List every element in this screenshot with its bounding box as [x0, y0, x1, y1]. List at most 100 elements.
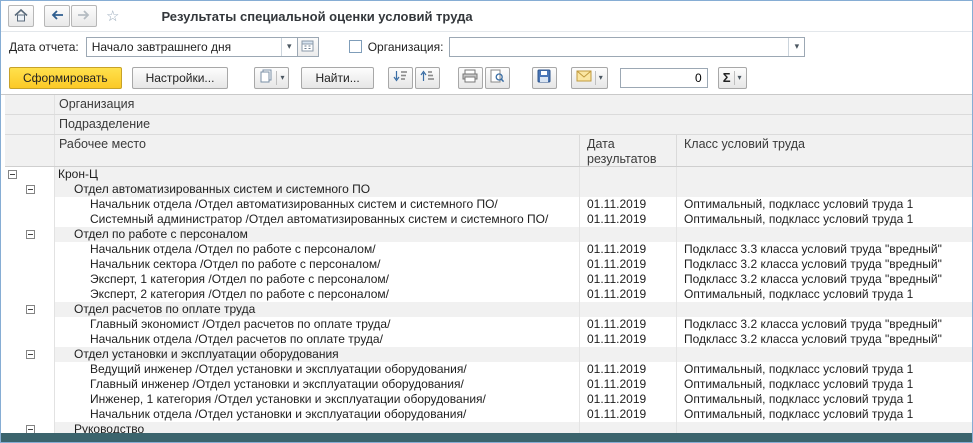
workplace-cell: Системный администратор /Отдел автоматиз…	[90, 212, 549, 226]
sort-ascending-icon	[420, 69, 435, 86]
group-row[interactable]: Отдел расчетов по оплате труда	[5, 302, 972, 317]
print-button[interactable]	[457, 66, 483, 89]
save-button[interactable]	[531, 66, 557, 89]
result-row[interactable]: Начальник отдела /Отдел автоматизированн…	[5, 197, 972, 212]
collapse-group-toggle[interactable]	[26, 350, 35, 359]
header-row-columns: Рабочее место Дата результатов Класс усл…	[5, 135, 972, 167]
back-button[interactable]	[44, 5, 70, 27]
preview-icon	[490, 69, 505, 86]
conditions-class-cell	[676, 227, 972, 242]
group-row[interactable]: Отдел по работе с персоналом	[5, 227, 972, 242]
result-row[interactable]: Главный инженер /Отдел установки и экспл…	[5, 377, 972, 392]
row-gutter	[5, 347, 55, 362]
result-row[interactable]: Эксперт, 2 категория /Отдел по работе с …	[5, 287, 972, 302]
row-gutter	[5, 377, 55, 392]
conditions-class-cell: Подкласс 3.3 класса условий труда "вредн…	[676, 242, 972, 257]
counter-field[interactable]	[619, 67, 708, 88]
row-gutter	[5, 242, 55, 257]
filter-bar: Дата отчета: Начало завтрашнего дня ▾ Ор…	[1, 32, 972, 61]
result-row[interactable]: Главный экономист /Отдел расчетов по опл…	[5, 317, 972, 332]
collapse-group-toggle[interactable]	[26, 305, 35, 314]
result-row[interactable]: Начальник отдела /Отдел по работе с перс…	[5, 242, 972, 257]
result-row[interactable]: Начальник сектора /Отдел по работе с пер…	[5, 257, 972, 272]
group-row[interactable]: Крон-Ц	[5, 167, 972, 182]
row-gutter	[5, 392, 55, 407]
collapse-group-toggle[interactable]	[26, 185, 35, 194]
result-date-cell: 01.11.2019	[579, 197, 676, 212]
result-date-cell: 01.11.2019	[579, 242, 676, 257]
result-date-cell	[579, 182, 676, 197]
conditions-class-cell: Подкласс 3.2 класса условий труда "вредн…	[676, 332, 972, 347]
workplace-cell: Начальник сектора /Отдел по работе с пер…	[90, 257, 381, 271]
sort-descending-icon	[393, 69, 408, 86]
chevron-down-icon: ▾	[280, 73, 285, 82]
group-name-cell: Крон-Ц	[55, 167, 579, 182]
group-name-cell: Отдел по работе с персоналом	[55, 227, 579, 242]
print-preview-button[interactable]	[484, 66, 510, 89]
conditions-class-cell	[676, 167, 972, 182]
sort-descending-button[interactable]	[387, 66, 413, 89]
result-row[interactable]: Начальник отдела /Отдел установки и эксп…	[5, 407, 972, 422]
group-name-cell: Отдел установки и эксплуатации оборудова…	[55, 347, 579, 362]
group-name-cell: Отдел расчетов по оплате труда	[55, 302, 579, 317]
generate-button[interactable]: Сформировать	[9, 66, 122, 89]
result-row[interactable]: Эксперт, 1 категория /Отдел по работе с …	[5, 272, 972, 287]
row-gutter	[5, 407, 55, 422]
home-button[interactable]	[8, 5, 34, 27]
conditions-class-cell: Оптимальный, подкласс условий труда 1	[676, 287, 972, 302]
row-gutter	[5, 182, 55, 197]
workplace-cell: Эксперт, 2 категория /Отдел по работе с …	[90, 287, 389, 301]
result-row[interactable]: Системный администратор /Отдел автоматиз…	[5, 212, 972, 227]
result-row[interactable]: Ведущий инженер /Отдел установки и экспл…	[5, 362, 972, 377]
organization-value	[450, 38, 788, 56]
result-date-cell: 01.11.2019	[579, 362, 676, 377]
arrow-left-icon	[50, 9, 64, 24]
titlebar: ☆ Результаты специальной оценки условий …	[1, 1, 972, 32]
chevron-down-icon[interactable]: ▾	[280, 37, 297, 56]
group-row[interactable]: Отдел установки и эксплуатации оборудова…	[5, 347, 972, 362]
row-gutter	[5, 287, 55, 302]
collapse-group-toggle[interactable]	[8, 170, 17, 179]
workplace-cell: Ведущий инженер /Отдел установки и экспл…	[90, 362, 467, 376]
row-gutter	[5, 272, 55, 287]
collapse-group-toggle[interactable]	[26, 230, 35, 239]
find-button[interactable]: Найти...	[301, 66, 374, 89]
header-row-organization: Организация	[5, 95, 972, 115]
send-email-menu-button[interactable]: ▾	[570, 66, 608, 89]
group-row[interactable]: Отдел автоматизированных систем и систем…	[5, 182, 972, 197]
workplace-cell: Инженер, 1 категория /Отдел установки и …	[90, 392, 486, 406]
autosum-menu-button[interactable]: Σ ▾	[717, 66, 747, 89]
row-gutter	[5, 167, 55, 182]
copy-menu-button[interactable]: ▾	[254, 66, 290, 89]
forward-button[interactable]	[71, 5, 97, 27]
conditions-class-cell: Подкласс 3.2 класса условий труда "вредн…	[676, 257, 972, 272]
sort-ascending-button[interactable]	[414, 66, 440, 89]
row-gutter	[5, 212, 55, 227]
calendar-button[interactable]	[297, 36, 319, 57]
header-gutter	[5, 95, 55, 114]
chevron-down-icon[interactable]: ▾	[788, 37, 804, 56]
report-date-value: Начало завтрашнего дня	[91, 39, 232, 54]
conditions-class-cell: Подкласс 3.2 класса условий труда "вредн…	[676, 317, 972, 332]
favorite-star-icon[interactable]: ☆	[106, 7, 119, 25]
conditions-class-cell: Оптимальный, подкласс условий труда 1	[676, 362, 972, 377]
settings-button[interactable]: Настройки...	[131, 66, 229, 89]
result-row[interactable]: Начальник отдела /Отдел расчетов по опла…	[5, 332, 972, 347]
conditions-class-cell: Оптимальный, подкласс условий труда 1	[676, 197, 972, 212]
divider	[276, 70, 278, 85]
results-rows: Крон-Ц Отдел автоматизированных систем и …	[5, 167, 972, 442]
result-row[interactable]: Инженер, 1 категория /Отдел установки и …	[5, 392, 972, 407]
organization-checkbox[interactable]	[348, 40, 362, 53]
row-gutter	[5, 332, 55, 347]
header-organization: Организация	[59, 97, 135, 111]
row-gutter	[5, 302, 55, 317]
conditions-class-cell	[676, 182, 972, 197]
report-window: ☆ Результаты специальной оценки условий …	[0, 0, 973, 443]
results-grid: Организация Подразделение Рабочее место …	[1, 94, 972, 442]
report-date-label: Дата отчета:	[9, 39, 79, 54]
report-date-combobox[interactable]: Начало завтрашнего дня ▾	[85, 36, 298, 57]
chevron-down-icon: ▾	[598, 73, 603, 82]
workplace-cell: Начальник отдела /Отдел установки и эксп…	[90, 407, 467, 421]
organization-combobox[interactable]: ▾	[449, 36, 806, 57]
header-workplace: Рабочее место	[59, 137, 146, 151]
